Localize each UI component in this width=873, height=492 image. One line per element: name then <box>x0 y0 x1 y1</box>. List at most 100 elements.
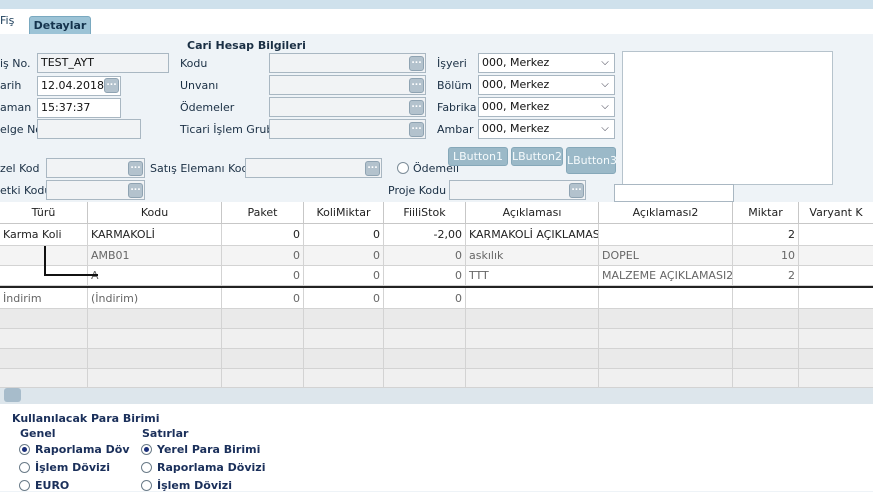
table-cell-fiili[interactable]: 0 <box>384 288 466 309</box>
table-cell-kodu[interactable]: A <box>88 266 222 286</box>
table-cell-aciklama2[interactable]: MALZEME AÇIKLAMASI2 <box>599 266 733 286</box>
unvani-field[interactable] <box>269 75 426 95</box>
table-cell-kodu[interactable]: (İndirim) <box>88 288 222 309</box>
bolum-combo[interactable]: 000, Merkez <box>478 75 615 95</box>
table-cell-aciklama2[interactable] <box>599 224 733 246</box>
ozel-kod-lookup-icon[interactable]: ... <box>128 161 143 176</box>
empty-row[interactable] <box>0 309 873 329</box>
odemeler-field[interactable] <box>269 97 426 117</box>
satis-elemani-lookup-icon[interactable]: ... <box>365 161 380 176</box>
lbutton2[interactable]: LButton2 <box>511 147 563 166</box>
tarih-calendar-icon[interactable]: ... <box>104 78 119 93</box>
col-header-kodu[interactable]: Kodu <box>88 202 222 224</box>
tab-strip <box>0 9 873 34</box>
scrollbar-thumb[interactable] <box>4 388 21 402</box>
table-cell-varyant[interactable] <box>799 224 873 246</box>
table-cell-kodu[interactable]: KARMAKOLİ <box>88 224 222 246</box>
table-cell-aciklama2[interactable]: DOPEL <box>599 246 733 266</box>
empty-row[interactable] <box>0 329 873 349</box>
tab-detaylar[interactable]: Detaylar <box>29 16 91 35</box>
table-cell-koli[interactable]: 0 <box>304 266 384 286</box>
unvani-lookup-icon[interactable]: ... <box>409 78 424 93</box>
fabrika-combo[interactable]: 000, Merkez <box>478 97 615 117</box>
horizontal-scrollbar[interactable] <box>0 388 873 404</box>
isyeri-combo[interactable]: 000, Merkez <box>478 53 615 73</box>
kodu-field[interactable] <box>269 53 426 73</box>
table-row[interactable]: Karma Koli <box>0 224 88 246</box>
table-cell-fiili[interactable]: 0 <box>384 246 466 266</box>
bolum-label: Bölüm <box>437 79 473 92</box>
table-cell-aciklama[interactable]: askılık <box>466 246 599 266</box>
radio-satirlar-islem[interactable] <box>141 480 152 491</box>
odemeli-checkbox[interactable] <box>397 162 409 174</box>
table-cell-varyant[interactable] <box>799 266 873 286</box>
table-cell-paket[interactable]: 0 <box>222 288 304 309</box>
table-cell-koli[interactable]: 0 <box>304 288 384 309</box>
table-cell-aciklama[interactable]: TTT <box>466 266 599 286</box>
table-row[interactable]: İndirim <box>0 288 88 309</box>
table-cell-varyant[interactable] <box>799 246 873 266</box>
window-top-bar <box>0 0 873 9</box>
zaman-field[interactable]: 15:37:37 <box>37 98 121 118</box>
belge-no-field[interactable] <box>37 119 141 139</box>
radio-label: Raporlama Dövizi <box>157 461 266 474</box>
tab-fis[interactable]: Fiş <box>0 14 14 27</box>
kodu-lookup-icon[interactable]: ... <box>409 56 424 71</box>
odemeler-lookup-icon[interactable]: ... <box>409 100 424 115</box>
radio-satirlar-yerel[interactable] <box>141 444 152 455</box>
table-cell-fiili[interactable]: 0 <box>384 266 466 286</box>
tree-connector-line <box>44 274 98 276</box>
table-cell-miktar[interactable]: 10 <box>733 246 799 266</box>
lbutton3[interactable]: LButton3 <box>566 147 617 174</box>
table-cell-kodu[interactable]: AMB01 <box>88 246 222 266</box>
table-cell-paket[interactable]: 0 <box>222 224 304 246</box>
genel-title: Genel <box>20 427 56 440</box>
col-header-aciklamasi[interactable]: Açıklaması <box>466 202 599 224</box>
table-cell-miktar[interactable] <box>733 288 799 309</box>
empty-row[interactable] <box>0 369 873 388</box>
extra-field[interactable] <box>614 184 734 202</box>
chevron-down-icon[interactable]: ⌵ <box>598 77 612 93</box>
chevron-down-icon[interactable]: ⌵ <box>598 55 612 71</box>
fis-no-field[interactable]: TEST_AYT <box>37 53 169 73</box>
col-header-fiilistok[interactable]: FiiliStok <box>384 202 466 224</box>
proje-kodu-field[interactable] <box>449 180 586 200</box>
table-cell-varyant[interactable] <box>799 288 873 309</box>
chevron-down-icon[interactable]: ⌵ <box>598 121 612 137</box>
empty-row[interactable] <box>0 349 873 369</box>
table-cell-paket[interactable]: 0 <box>222 246 304 266</box>
col-header-miktar[interactable]: Miktar <box>733 202 799 224</box>
col-header-varyant[interactable]: Varyant K <box>799 202 873 224</box>
chevron-down-icon[interactable]: ⌵ <box>598 99 612 115</box>
col-header-turu[interactable]: Türü <box>0 202 88 224</box>
radio-genel-euro[interactable] <box>19 480 30 491</box>
ticari-islem-field[interactable] <box>269 119 426 139</box>
isyeri-label: İşyeri <box>437 57 467 70</box>
table-cell-aciklama[interactable] <box>466 288 599 309</box>
table-cell-miktar[interactable]: 2 <box>733 266 799 286</box>
satis-elemani-field[interactable] <box>245 158 382 178</box>
radio-genel-raporlama[interactable] <box>19 444 30 455</box>
proje-kodu-lookup-icon[interactable]: ... <box>569 183 584 198</box>
col-header-paket[interactable]: Paket <box>222 202 304 224</box>
radio-genel-islem[interactable] <box>19 462 30 473</box>
radio-label: EURO <box>35 479 70 492</box>
tarih-label: arih <box>0 79 22 92</box>
grid-line <box>732 309 733 388</box>
table-cell-paket[interactable]: 0 <box>222 266 304 286</box>
grid-line <box>798 309 799 388</box>
yetki-kodu-lookup-icon[interactable]: ... <box>128 183 143 198</box>
table-cell-koli[interactable]: 0 <box>304 224 384 246</box>
table-cell-fiili[interactable]: -2,00 <box>384 224 466 246</box>
lbutton1[interactable]: LButton1 <box>448 147 508 166</box>
col-header-aciklamasi2[interactable]: Açıklaması2 <box>599 202 733 224</box>
table-cell-miktar[interactable]: 2 <box>733 224 799 246</box>
ticari-islem-lookup-icon[interactable]: ... <box>409 122 424 137</box>
proje-kodu-label: Proje Kodu <box>388 184 447 197</box>
radio-satirlar-raporlama[interactable] <box>141 462 152 473</box>
table-cell-aciklama2[interactable] <box>599 288 733 309</box>
ambar-combo[interactable]: 000, Merkez <box>478 119 615 139</box>
table-cell-koli[interactable]: 0 <box>304 246 384 266</box>
col-header-kolimiktar[interactable]: KoliMiktar <box>304 202 384 224</box>
table-cell-aciklama[interactable]: KARMAKOLİ AÇIKLAMASI <box>466 224 599 246</box>
